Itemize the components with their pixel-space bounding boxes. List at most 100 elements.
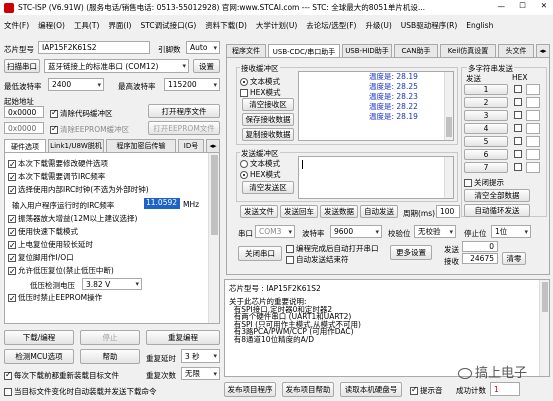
multi-hex-checkbox[interactable] xyxy=(514,163,522,171)
menu-item-4[interactable]: STC调试接口(G) xyxy=(140,21,196,30)
menu-item-9[interactable]: USB驱动程序(R) xyxy=(401,21,457,30)
multi-hex-checkbox[interactable] xyxy=(514,98,522,106)
menu-item-1[interactable]: 编程(O) xyxy=(38,21,65,30)
beep-checkbox[interactable]: 提示音 xyxy=(410,385,443,396)
send-file-button[interactable]: 发送文件 xyxy=(240,205,278,218)
multi-send-button[interactable]: 6 xyxy=(464,149,508,160)
clear-count-button[interactable]: 清零 xyxy=(502,252,526,265)
detect-mcu-button[interactable]: 检测MCU选项 xyxy=(4,349,74,364)
menu-item-3[interactable]: 界面(I) xyxy=(108,21,131,30)
tab-hardware[interactable]: 硬件选项 xyxy=(4,139,46,153)
auto-end-checkbox[interactable]: 自动发送结束符 xyxy=(286,254,349,265)
close-hint-checkbox[interactable]: 关闭提示 xyxy=(464,177,504,188)
clear-all-button[interactable]: 清空全部数据 xyxy=(464,189,530,202)
settings-button[interactable]: 设置 xyxy=(193,59,220,73)
send-enter-button[interactable]: 发送回车 xyxy=(280,205,318,218)
multi-send-button[interactable]: 1 xyxy=(464,84,508,95)
auto-loop-button[interactable]: 自动循环发送 xyxy=(464,204,530,217)
copy-recv-button[interactable]: 复制接收数据 xyxy=(242,128,294,141)
parity-dropdown[interactable]: 无校验 xyxy=(414,225,456,238)
hw-option-b-1[interactable]: 使用快速下载模式 xyxy=(8,225,204,239)
scan-port-button[interactable]: 扫描串口 xyxy=(4,59,40,73)
menu-item-10[interactable]: English xyxy=(466,21,493,30)
multi-hex-checkbox[interactable] xyxy=(514,124,522,132)
close-port-button[interactable]: 关闭串口 xyxy=(238,246,282,261)
menu-item-6[interactable]: 大学计划(U) xyxy=(256,21,297,30)
multi-send-input[interactable] xyxy=(526,97,540,108)
baud-dropdown[interactable]: 9600 xyxy=(330,225,382,238)
tab-usb-hid[interactable]: USB-HID助手 xyxy=(342,44,392,57)
send-hex-mode-radio[interactable]: HEX模式 xyxy=(240,169,281,180)
download-button[interactable]: 下载/编程 xyxy=(4,330,74,345)
eeprom-addr-input[interactable]: 0x0000 xyxy=(4,122,44,134)
delay-select[interactable]: 3 秒 xyxy=(181,349,220,363)
hw-option-b-4[interactable]: 允许低压复位(禁止低压中断) xyxy=(8,264,204,278)
eeprom-option[interactable]: 低压时禁止EEPROM操作 xyxy=(8,291,204,305)
hw-option-a-1[interactable]: 本次下载需要调节IRC频率 xyxy=(8,170,204,184)
pin-select[interactable]: Auto xyxy=(186,41,220,54)
tab-scroll-arrows[interactable]: ◂▸ xyxy=(206,139,220,152)
multi-send-button[interactable]: 5 xyxy=(464,136,508,147)
tab-scroll-arrows-right[interactable]: ◂▸ xyxy=(536,44,550,57)
tab-id[interactable]: ID号 xyxy=(178,139,204,152)
menu-item-2[interactable]: 工具(T) xyxy=(74,21,99,30)
max-baud-select[interactable]: 115200 xyxy=(164,78,220,91)
multi-send-input[interactable] xyxy=(526,84,540,95)
irc-input[interactable]: 11.0592 xyxy=(144,198,180,209)
auto-send-button[interactable]: 自动发送 xyxy=(360,205,398,218)
stopbit-dropdown[interactable]: 1位 xyxy=(491,225,531,238)
read-disk-serial-button[interactable]: 读取本机硬盘号 xyxy=(340,382,402,397)
code-addr-input[interactable]: 0x0000 xyxy=(4,106,44,118)
tab-program-file[interactable]: 程序文件 xyxy=(226,44,266,57)
hw-option-a-2[interactable]: 选择使用内部IRC时钟(不选为外部时钟) xyxy=(8,183,204,197)
info-scrollbar[interactable] xyxy=(539,280,549,376)
reprogram-button[interactable]: 重复编程 xyxy=(146,330,220,345)
hw-option-b-2[interactable]: 上电复位使用较长延时 xyxy=(8,238,204,252)
period-input[interactable]: 100 xyxy=(436,205,460,218)
tab-usb-cdc[interactable]: USB-CDC/串口助手 xyxy=(268,44,340,58)
multi-send-input[interactable] xyxy=(526,149,540,160)
stop-button[interactable]: 停止 xyxy=(80,330,140,345)
multi-send-button[interactable]: 2 xyxy=(464,97,508,108)
menu-item-0[interactable]: 文件(F) xyxy=(4,21,29,30)
close-icon[interactable]: ✕ xyxy=(541,1,547,10)
menu-item-8[interactable]: 升级(U) xyxy=(365,21,391,30)
multi-send-button[interactable]: 7 xyxy=(464,162,508,173)
multi-send-input[interactable] xyxy=(526,162,540,173)
save-recv-button[interactable]: 保存接收数据 xyxy=(242,113,294,126)
send-text-mode-radio[interactable]: 文本模式 xyxy=(240,158,280,169)
multi-hex-checkbox[interactable] xyxy=(514,85,522,93)
hw-option-b-3[interactable]: 复位脚用作I/O口 xyxy=(8,251,204,265)
lvd-select[interactable]: 3.82 V xyxy=(82,278,142,290)
multi-hex-checkbox[interactable] xyxy=(514,150,522,158)
menu-item-7[interactable]: 去论坛/选型(F) xyxy=(306,21,356,30)
send-data-button[interactable]: 发送数据 xyxy=(320,205,358,218)
publish-help-button[interactable]: 发布项目帮助 xyxy=(282,382,334,397)
tab-can[interactable]: CAN助手 xyxy=(394,44,438,57)
clear-send-button[interactable]: 清空发送区 xyxy=(242,181,294,194)
auto-open-port-checkbox[interactable]: 编程完成后自动打开串口 xyxy=(286,243,379,254)
open-eeprom-button[interactable]: 打开EEPROM文件 xyxy=(148,121,220,135)
menu-item-5[interactable]: 资料下载(D) xyxy=(205,21,247,30)
recv-text-mode-radio[interactable]: 文本模式 xyxy=(240,76,280,87)
tab-keil[interactable]: Keil仿真设置 xyxy=(440,44,496,57)
tab-header[interactable]: 头文件 xyxy=(498,44,534,57)
multi-hex-checkbox[interactable] xyxy=(514,137,522,145)
options-scrollbar[interactable] xyxy=(208,153,219,323)
multi-send-button[interactable]: 4 xyxy=(464,123,508,134)
clear-code-checkbox[interactable]: 清除代码缓冲区 xyxy=(50,108,113,119)
publish-program-button[interactable]: 发布项目程序 xyxy=(224,382,276,397)
clear-recv-button[interactable]: 清空接收区 xyxy=(242,98,294,111)
port-dropdown[interactable]: COM3 xyxy=(255,225,295,238)
hw-option-a-0[interactable]: 本次下载需要修改硬件选项 xyxy=(8,157,204,171)
recv-hex-mode-radio[interactable]: HEX模式 xyxy=(240,87,281,98)
min-baud-select[interactable]: 2400 xyxy=(48,78,104,91)
tab-link1[interactable]: Link1/U8W脱机 xyxy=(48,139,104,152)
send-textarea[interactable] xyxy=(298,156,454,199)
open-program-button[interactable]: 打开程序文件 xyxy=(148,104,220,118)
maximize-icon[interactable]: ☐ xyxy=(519,1,526,10)
multi-send-input[interactable] xyxy=(526,123,540,134)
auto-load-checkbox[interactable]: 当目标文件变化时自动装载并发送下载命令 xyxy=(4,386,157,397)
more-settings-button[interactable]: 更多设置 xyxy=(390,245,432,260)
multi-send-input[interactable] xyxy=(526,110,540,121)
